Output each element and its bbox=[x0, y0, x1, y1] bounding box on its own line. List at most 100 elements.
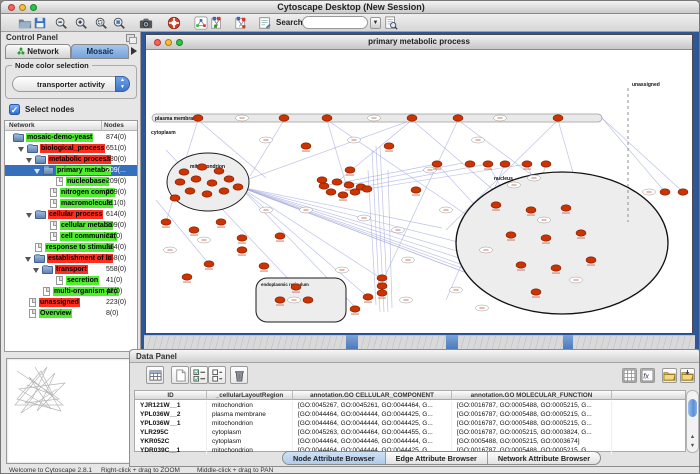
scroll-up-icon[interactable]: ▲ bbox=[688, 433, 697, 442]
expand-triangle-icon[interactable] bbox=[18, 147, 24, 152]
open-folder-icon[interactable] bbox=[17, 15, 33, 31]
help-lifesaver-icon[interactable] bbox=[166, 15, 182, 31]
delete-attribute-trash-icon[interactable] bbox=[230, 366, 248, 384]
search-dropdown-arrow[interactable]: ▼ bbox=[370, 17, 381, 29]
network-node[interactable] bbox=[500, 161, 510, 167]
table-row[interactable]: YPL036W__2plasma membrane[GO:0044464, GO… bbox=[135, 410, 685, 419]
network-node[interactable] bbox=[411, 187, 421, 193]
network-node[interactable] bbox=[483, 161, 493, 167]
network-node[interactable] bbox=[345, 167, 355, 173]
network-edge[interactable] bbox=[361, 164, 488, 187]
network-node[interactable] bbox=[453, 115, 463, 121]
network-node[interactable] bbox=[432, 161, 442, 167]
background-window-titlebar[interactable] bbox=[446, 335, 458, 350]
tab-node-attribute-browser[interactable]: Node Attribute Browser bbox=[283, 452, 386, 465]
tree-row[interactable]: transport558(0) bbox=[5, 264, 137, 275]
background-window[interactable] bbox=[144, 335, 346, 350]
scrollbar-thumb[interactable] bbox=[688, 399, 697, 417]
network-node[interactable] bbox=[301, 143, 311, 149]
background-window[interactable] bbox=[458, 335, 563, 350]
network-node[interactable] bbox=[182, 274, 192, 280]
network-view-title-bar[interactable]: primary metabolic process bbox=[146, 35, 692, 50]
nucleus-region[interactable] bbox=[456, 172, 668, 314]
network-node[interactable] bbox=[237, 247, 247, 253]
zoom-selected-icon[interactable] bbox=[93, 15, 109, 31]
tree-row[interactable]: nucleobase-209(0) bbox=[5, 176, 137, 187]
network-node[interactable] bbox=[407, 115, 417, 121]
network-node[interactable] bbox=[204, 261, 214, 267]
search-input[interactable] bbox=[302, 16, 368, 29]
network-node[interactable] bbox=[377, 290, 387, 296]
zoom-fit-icon[interactable] bbox=[111, 15, 127, 31]
tree-row[interactable]: metabolic process280(0) bbox=[5, 154, 137, 165]
import-attributes-folder-icon[interactable] bbox=[662, 368, 677, 383]
network-view-window[interactable]: primary metabolic process plasma membran… bbox=[145, 34, 693, 334]
background-window[interactable] bbox=[358, 335, 446, 350]
network-node[interactable] bbox=[291, 284, 301, 290]
tree-row[interactable]: mosaic-demo-yeast874(0) bbox=[5, 132, 137, 143]
expand-triangle-icon[interactable] bbox=[26, 213, 32, 218]
network-node[interactable] bbox=[193, 115, 203, 121]
network-node[interactable] bbox=[531, 289, 541, 295]
col-id[interactable]: ID bbox=[135, 391, 207, 400]
load-attributes-folder-icon[interactable] bbox=[680, 368, 695, 383]
table-row[interactable]: YJR121W__1mitochondrion[GO:0045267, GO:0… bbox=[135, 401, 685, 410]
network-edge[interactable] bbox=[240, 187, 458, 242]
col-cellular-layout-region[interactable]: _cellularLayoutRegion bbox=[207, 391, 293, 400]
network-node[interactable] bbox=[207, 180, 217, 186]
network-node[interactable] bbox=[586, 257, 596, 263]
tree-row[interactable]: establishment of lo558(0) bbox=[5, 253, 137, 264]
network-import-icon[interactable] bbox=[193, 15, 209, 31]
tab-network[interactable]: Network bbox=[5, 44, 71, 59]
network-node[interactable] bbox=[224, 176, 234, 182]
birdseye-view-panel[interactable] bbox=[6, 358, 136, 464]
network-node[interactable] bbox=[326, 189, 336, 195]
network-node[interactable] bbox=[522, 161, 532, 167]
network-node[interactable] bbox=[259, 263, 269, 269]
expand-triangle-icon[interactable] bbox=[26, 158, 32, 163]
network-node[interactable] bbox=[202, 191, 212, 197]
network-node[interactable] bbox=[275, 297, 285, 303]
network-node[interactable] bbox=[322, 115, 332, 121]
select-attributes-icon[interactable] bbox=[190, 366, 208, 384]
network-node[interactable] bbox=[350, 189, 360, 195]
search-go-icon[interactable] bbox=[383, 15, 399, 31]
network-node[interactable] bbox=[377, 275, 387, 281]
save-icon[interactable] bbox=[32, 15, 48, 31]
attribute-table-header[interactable]: ID _cellularLayoutRegion annotation.GO C… bbox=[135, 391, 685, 400]
network-node[interactable] bbox=[384, 143, 394, 149]
network-node[interactable] bbox=[506, 232, 516, 238]
network-node[interactable] bbox=[197, 164, 207, 170]
network-node[interactable] bbox=[553, 115, 563, 121]
more-tabs-arrow-icon[interactable] bbox=[131, 47, 137, 55]
function-builder-icon[interactable]: fx bbox=[640, 368, 655, 383]
tree-row[interactable]: biological_process651(0) bbox=[5, 143, 137, 154]
network-node[interactable] bbox=[175, 179, 185, 185]
network-node[interactable] bbox=[678, 189, 688, 195]
tree-row[interactable]: Overview8(0) bbox=[5, 308, 137, 319]
tab-edge-attribute-browser[interactable]: Edge Attribute Browser bbox=[386, 452, 488, 465]
float-panel-icon[interactable] bbox=[126, 34, 135, 42]
network-node[interactable] bbox=[576, 230, 586, 236]
network-node[interactable] bbox=[541, 235, 551, 241]
tree-row[interactable]: primary metabo209(... bbox=[5, 165, 137, 176]
network-node[interactable] bbox=[660, 189, 670, 195]
zoom-in-icon[interactable] bbox=[73, 15, 89, 31]
network-node[interactable] bbox=[332, 179, 342, 185]
network-node[interactable] bbox=[185, 188, 195, 194]
tree-row[interactable]: secretion41(0) bbox=[5, 275, 137, 286]
network-node[interactable] bbox=[170, 195, 180, 201]
expand-triangle-icon[interactable] bbox=[34, 169, 40, 174]
col-go-cellular-component[interactable]: annotation.GO CELLULAR_COMPONENT bbox=[293, 391, 452, 400]
matrix-icon[interactable] bbox=[622, 368, 637, 383]
tab-network-attribute-browser[interactable]: Network Attribute Browser bbox=[488, 452, 600, 465]
network-node[interactable] bbox=[362, 186, 372, 192]
network-view-icon[interactable] bbox=[233, 15, 249, 31]
network-node[interactable] bbox=[338, 192, 348, 198]
network-node[interactable] bbox=[561, 205, 571, 211]
network-node[interactable] bbox=[363, 294, 373, 300]
network-node[interactable] bbox=[319, 183, 329, 189]
network-edge[interactable] bbox=[246, 120, 412, 180]
network-node[interactable] bbox=[179, 169, 189, 175]
attribute-table-icon[interactable] bbox=[146, 366, 164, 384]
